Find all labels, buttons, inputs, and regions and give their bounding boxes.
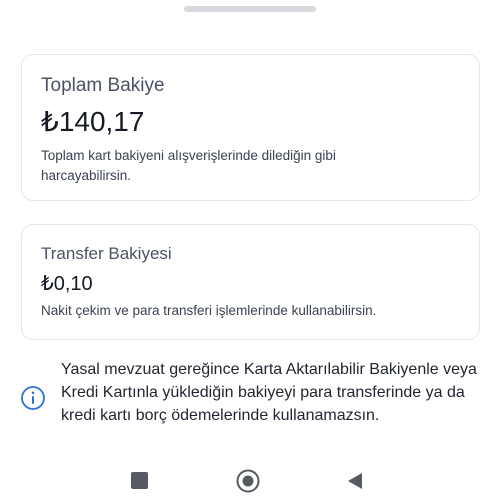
system-navigation-bar bbox=[0, 462, 500, 498]
recents-square-icon[interactable] bbox=[131, 472, 148, 489]
home-circle-icon[interactable] bbox=[236, 469, 260, 493]
total-balance-title: Toplam Bakiye bbox=[41, 75, 165, 96]
transfer-balance-card: Transfer Bakiyesi ₺0,10 Nakit çekim ve p… bbox=[21, 224, 480, 340]
transfer-balance-amount: ₺0,10 bbox=[41, 273, 93, 295]
info-note-text: Yasal mevzuat gereğince Karta Aktarılabi… bbox=[61, 361, 477, 424]
total-balance-amount: ₺140,17 bbox=[41, 106, 145, 137]
sheet-drag-handle[interactable] bbox=[184, 6, 316, 12]
total-balance-card: Toplam Bakiye ₺140,17 Toplam kart bakiye… bbox=[21, 54, 480, 201]
transfer-balance-description: Nakit çekim ve para transferi işlemlerin… bbox=[41, 303, 377, 318]
transfer-balance-title: Transfer Bakiyesi bbox=[41, 244, 172, 263]
total-balance-description: Toplam kart bakiyeni alışverişlerinde di… bbox=[41, 148, 336, 183]
balance-details-sheet: Toplam Bakiye ₺140,17 Toplam kart bakiye… bbox=[0, 0, 500, 498]
back-triangle-icon[interactable] bbox=[345, 471, 365, 491]
info-icon bbox=[21, 386, 45, 410]
